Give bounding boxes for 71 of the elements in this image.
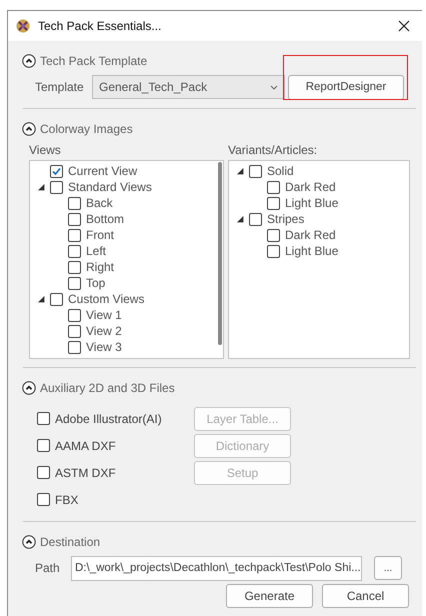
tree-item-label[interactable]: Standard Views <box>68 180 152 194</box>
report-designer-button[interactable]: ReportDesigner <box>288 74 404 100</box>
checkbox[interactable] <box>249 212 262 226</box>
checkbox[interactable] <box>68 276 81 290</box>
checkbox[interactable] <box>68 324 81 338</box>
template-label: Template <box>35 80 85 94</box>
section-title: Colorway Images <box>40 122 133 136</box>
checkbox-label[interactable]: FBX <box>55 492 78 506</box>
path-label: Path <box>35 561 61 575</box>
checkbox[interactable] <box>37 412 50 425</box>
checkbox[interactable] <box>267 180 280 194</box>
checkbox-label[interactable]: Adobe Illustrator(AI) <box>55 412 162 426</box>
checkbox[interactable] <box>68 308 81 322</box>
collapse-icon[interactable] <box>22 122 36 136</box>
app-logo-icon <box>16 19 30 33</box>
collapse-icon[interactable] <box>22 381 36 395</box>
checkbox-label[interactable]: ASTM DXF <box>55 466 116 480</box>
checkbox[interactable] <box>267 244 280 258</box>
tree-item-label[interactable]: Dark Red <box>285 180 336 194</box>
checkbox[interactable] <box>37 439 50 452</box>
collapse-icon[interactable] <box>22 535 36 549</box>
tree-item-label[interactable]: View 2 <box>86 324 122 338</box>
checkbox[interactable] <box>68 212 81 226</box>
tree-item-label[interactable]: Back <box>86 196 113 210</box>
checkbox[interactable] <box>249 164 262 178</box>
checkbox[interactable] <box>68 244 81 258</box>
checkbox[interactable] <box>267 196 280 210</box>
dialog-button[interactable]: Cancel <box>322 584 409 608</box>
expand-triangle-icon[interactable] <box>38 184 45 190</box>
dropdown-caret-icon[interactable] <box>270 84 278 90</box>
tree-item-label[interactable]: View 3 <box>86 340 122 354</box>
tree-item-label[interactable]: Light Blue <box>285 196 338 210</box>
tree-item-label[interactable]: Stripes <box>267 212 304 226</box>
tree-item-label[interactable]: Top <box>86 276 106 290</box>
browse-button[interactable]: ... <box>374 556 402 580</box>
section-title: Auxiliary 2D and 3D Files <box>40 381 175 395</box>
expand-triangle-icon[interactable] <box>237 168 244 174</box>
tree-item-label[interactable]: Current View <box>68 164 138 178</box>
checkbox[interactable] <box>267 228 280 242</box>
tree-item-label[interactable]: Custom Views <box>68 292 144 306</box>
checkbox[interactable] <box>50 164 63 178</box>
checkbox[interactable] <box>50 292 63 306</box>
checkbox[interactable] <box>37 493 50 506</box>
tree-item-label[interactable]: Solid <box>267 164 294 178</box>
tree-item-label[interactable]: Dark Red <box>285 228 336 242</box>
checkbox[interactable] <box>37 466 50 479</box>
checkbox[interactable] <box>68 260 81 274</box>
section-title: Tech Pack Template <box>40 54 148 68</box>
scrollbar[interactable] <box>218 162 222 345</box>
checkbox[interactable] <box>68 228 81 242</box>
variants-label: Variants/Articles: <box>228 143 318 157</box>
checkbox[interactable] <box>68 340 81 354</box>
checkbox-label[interactable]: AAMA DXF <box>55 438 116 452</box>
close-icon[interactable] <box>398 20 410 32</box>
collapse-icon[interactable] <box>22 54 36 68</box>
expand-triangle-icon[interactable] <box>237 216 244 222</box>
expand-triangle-icon[interactable] <box>38 296 45 302</box>
tree-item-label[interactable]: Front <box>86 228 114 242</box>
section-title: Destination <box>40 535 100 549</box>
template-dropdown[interactable]: General_Tech_Pack <box>92 75 285 99</box>
path-field[interactable]: D:\_work\_projects\Decathlon\_techpack\Test\Polo Shi... <box>71 556 362 580</box>
views-label: Views <box>29 143 62 157</box>
tree-item-label[interactable]: View 1 <box>86 308 122 322</box>
tree-item-label[interactable]: Left <box>86 244 106 258</box>
checkbox[interactable] <box>68 196 81 210</box>
tree-item-label[interactable]: Light Blue <box>285 244 338 258</box>
checkbox[interactable] <box>50 180 63 194</box>
tree-item-label[interactable]: Right <box>86 260 114 274</box>
tree-item-label[interactable]: Bottom <box>86 212 124 226</box>
dialog-button[interactable]: Generate <box>226 584 313 608</box>
window-title: Tech Pack Essentials... <box>38 19 162 33</box>
